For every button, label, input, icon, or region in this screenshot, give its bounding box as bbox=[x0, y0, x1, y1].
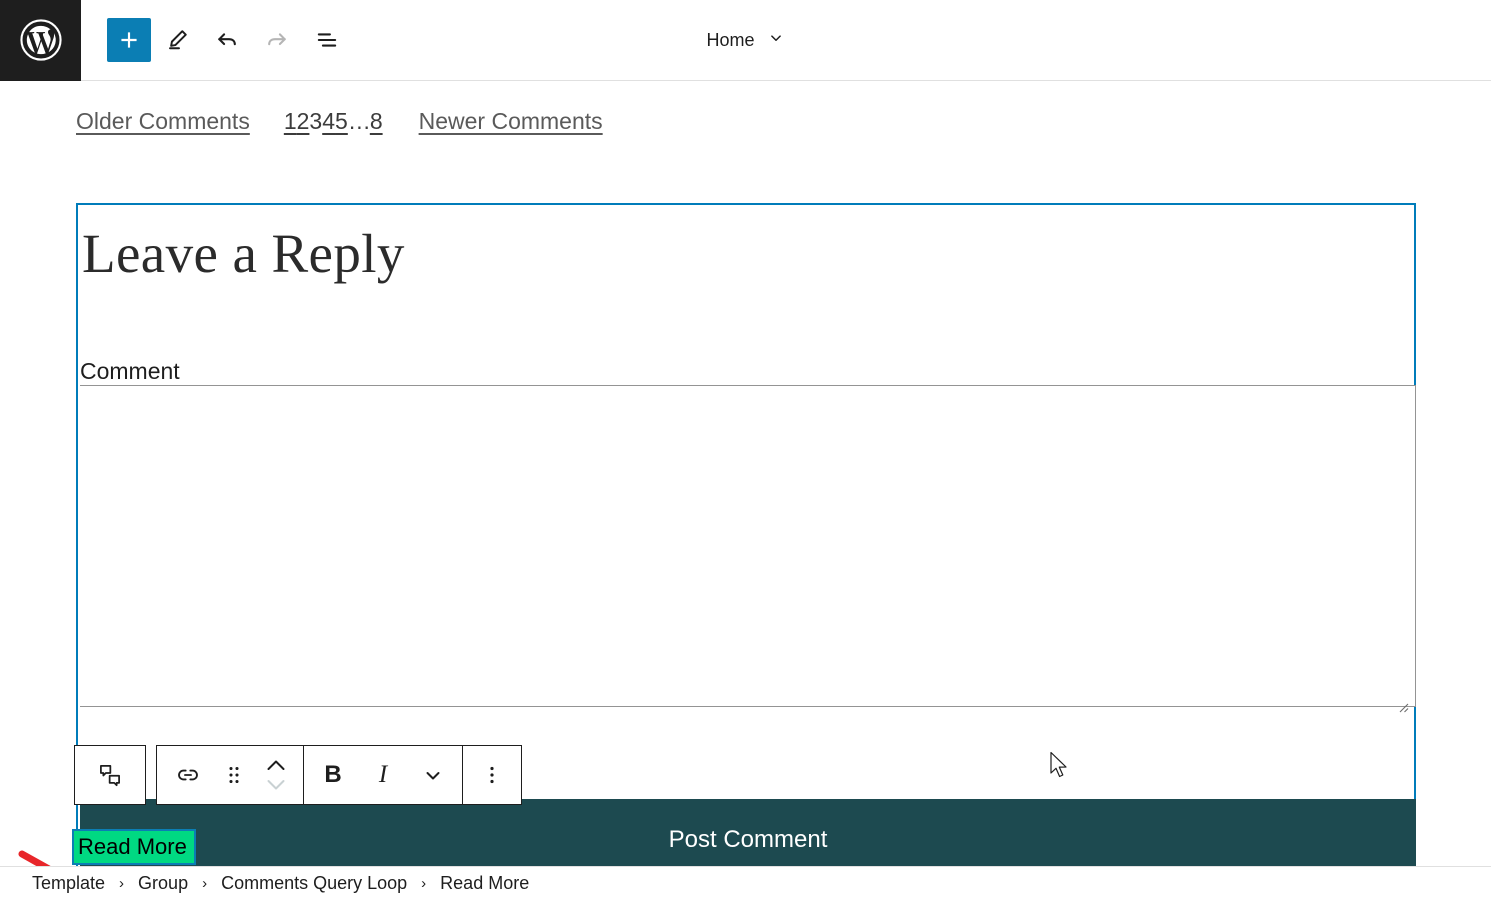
block-options-button[interactable] bbox=[467, 746, 517, 804]
pencil-icon bbox=[164, 27, 190, 53]
undo-arrow-icon bbox=[213, 26, 241, 54]
breadcrumb-item-comments-query-loop[interactable]: Comments Query Loop bbox=[221, 873, 407, 894]
breadcrumb-item-template[interactable]: Template bbox=[32, 873, 105, 894]
more-rich-text-button[interactable] bbox=[408, 746, 458, 804]
move-updown-button[interactable] bbox=[255, 746, 297, 804]
redo-button[interactable] bbox=[253, 16, 301, 64]
block-type-group bbox=[74, 745, 146, 805]
page-number-last[interactable]: 8 bbox=[370, 108, 383, 135]
list-view-icon bbox=[313, 26, 341, 54]
comment-field-label: Comment bbox=[80, 358, 180, 384]
editor-root: Home Older Comments 1 2 3 4 5 … 8 Newer … bbox=[0, 0, 1491, 900]
wordpress-logo-button[interactable] bbox=[0, 0, 81, 81]
undo-button[interactable] bbox=[203, 16, 251, 64]
bold-icon: B bbox=[324, 761, 342, 788]
older-comments-link[interactable]: Older Comments bbox=[76, 108, 250, 135]
italic-icon: I bbox=[378, 761, 388, 788]
document-title-button[interactable]: Home bbox=[696, 21, 794, 60]
breadcrumb-separator: › bbox=[119, 875, 125, 892]
drag-handle-button[interactable] bbox=[213, 746, 255, 804]
breadcrumb-separator: › bbox=[421, 875, 427, 892]
link-button[interactable] bbox=[163, 746, 213, 804]
read-more-highlight[interactable]: Read More bbox=[72, 829, 196, 865]
pagination-ellipsis: … bbox=[347, 108, 371, 134]
bold-button[interactable]: B bbox=[308, 746, 358, 804]
breadcrumb-item-group[interactable]: Group bbox=[138, 873, 188, 894]
drag-handle-icon bbox=[223, 762, 245, 788]
editor-header: Home bbox=[0, 0, 1491, 81]
comment-textarea[interactable] bbox=[80, 385, 1416, 707]
vertical-ellipsis-icon bbox=[481, 761, 503, 789]
chevron-up-icon bbox=[263, 752, 289, 798]
tools-button[interactable] bbox=[153, 16, 201, 64]
rich-text-format-group: B I bbox=[303, 745, 463, 805]
page-number-4[interactable]: 4 bbox=[322, 108, 335, 135]
pagination-numbers: 1 2 3 4 5 … 8 bbox=[284, 108, 383, 135]
page-number-3[interactable]: 3 bbox=[309, 108, 322, 135]
breadcrumb-separator: › bbox=[202, 875, 208, 892]
block-options-group bbox=[462, 745, 522, 805]
add-block-button[interactable] bbox=[107, 18, 151, 62]
plus-icon bbox=[116, 27, 142, 53]
page-number-5[interactable]: 5 bbox=[335, 108, 348, 135]
page-number-2[interactable]: 2 bbox=[297, 108, 310, 135]
read-more-label: Read More bbox=[78, 834, 187, 859]
comments-pagination: Older Comments 1 2 3 4 5 … 8 Newer Comme… bbox=[76, 108, 603, 135]
chevron-down-icon bbox=[767, 29, 785, 52]
block-toolbar: B I bbox=[74, 745, 522, 805]
editor-canvas: Older Comments 1 2 3 4 5 … 8 Newer Comme… bbox=[0, 81, 1491, 866]
leave-a-reply-heading: Leave a Reply bbox=[82, 223, 405, 284]
wordpress-logo-icon bbox=[18, 17, 64, 63]
list-view-button[interactable] bbox=[303, 16, 351, 64]
document-title-label: Home bbox=[706, 30, 755, 50]
newer-comments-link[interactable]: Newer Comments bbox=[419, 108, 603, 135]
block-nav-group bbox=[156, 745, 304, 805]
breadcrumb: Template › Group › Comments Query Loop ›… bbox=[0, 866, 1491, 900]
block-type-button[interactable] bbox=[85, 746, 135, 804]
header-tool-group bbox=[81, 16, 351, 64]
italic-button[interactable]: I bbox=[358, 746, 408, 804]
breadcrumb-item-read-more[interactable]: Read More bbox=[440, 873, 529, 894]
chevron-down-small-icon bbox=[421, 763, 445, 787]
page-number-1[interactable]: 1 bbox=[284, 108, 297, 135]
link-icon bbox=[174, 761, 202, 789]
post-comment-button[interactable]: Post Comment bbox=[80, 799, 1416, 866]
comments-block-icon bbox=[96, 761, 124, 789]
redo-arrow-icon bbox=[263, 26, 291, 54]
